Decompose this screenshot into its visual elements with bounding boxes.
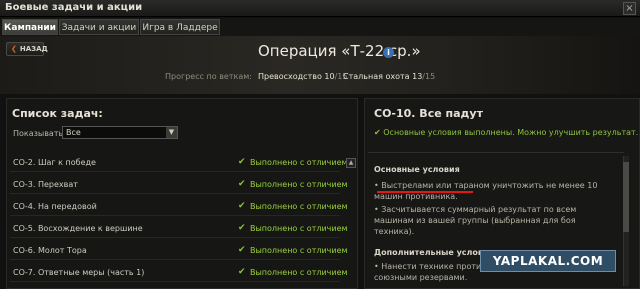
task-name: СО-3. Перехват (13, 180, 78, 189)
back-button[interactable]: ❮ НАЗАД (6, 42, 48, 56)
checkmark-icon: ✔ (238, 245, 246, 255)
task-name: СО-7. Ответные меры (часть 1) (13, 268, 145, 277)
checkmark-icon: ✔ (238, 179, 246, 189)
task-status: Выполнено с отличием (250, 224, 348, 233)
task-status: Выполнено с отличием (250, 202, 348, 211)
back-label: НАЗАД (19, 45, 48, 53)
extra-conditions-title: Дополнительные условия (374, 248, 494, 257)
window-titlebar: Боевые задачи и акции × (0, 0, 640, 17)
task-name: СО-6. Молот Тора (13, 246, 87, 255)
task-name: СО-2. Шаг к победе (13, 158, 96, 167)
checkmark-icon: ✔ (238, 201, 246, 211)
progress-label: Прогресс по веткам: (165, 72, 252, 81)
filter-label: Показывать: (13, 129, 66, 138)
chevron-left-icon: ❮ (11, 45, 17, 53)
task-row[interactable]: СО-2. Шаг к победе ✔ Выполнено с отличие… (10, 154, 348, 172)
highlight-underline (377, 191, 473, 193)
task-status: Выполнено с отличием (250, 246, 348, 255)
task-row[interactable]: СО-5. Восхождение к вершине ✔ Выполнено … (10, 220, 348, 238)
task-list-title: Список задач: (12, 107, 103, 120)
scroll-up-icon[interactable]: ▲ (346, 158, 356, 168)
checkmark-icon: ✔ (238, 223, 246, 233)
detail-scrollbar-thumb[interactable] (623, 162, 629, 232)
watermark: YAPLAKAL.COM (480, 250, 616, 272)
task-detail-title: СО-10. Все падут (374, 107, 483, 120)
tab-ladder[interactable]: Игра в Ладдере (140, 19, 220, 35)
task-status: Выполнено с отличием (250, 268, 348, 277)
main-conditions-title: Основные условия (374, 165, 460, 174)
task-status: Выполнено с отличием (250, 158, 348, 167)
task-status: Выполнено с отличием (250, 180, 348, 189)
branch-progress-superiority: Превосходство 10/15 (258, 72, 348, 81)
checkmark-icon: ✔ (238, 267, 246, 277)
info-icon[interactable]: i (383, 47, 394, 58)
divider (368, 152, 624, 153)
task-name: СО-5. Восхождение к вершине (13, 224, 143, 233)
tab-campaigns[interactable]: Кампании (2, 19, 58, 35)
task-row[interactable]: СО-4. На передовой ✔ Выполнено с отличие… (10, 198, 348, 216)
branch-progress-steel-hunt: Стальная охота 13/15 (343, 72, 436, 81)
task-row[interactable]: СО-7. Ответные меры (часть 1) ✔ Выполнен… (10, 264, 348, 282)
operation-title: Операция «Т-22 ср.» (258, 42, 421, 60)
chevron-down-icon: ▼ (166, 127, 177, 138)
close-icon[interactable]: × (623, 2, 636, 15)
task-name: СО-4. На передовой (13, 202, 97, 211)
checkmark-icon: ✔ (238, 157, 246, 167)
tab-tasks-and-offers[interactable]: Задачи и акции (59, 19, 139, 35)
task-row[interactable]: СО-6. Молот Тора ✔ Выполнено с отличием (10, 242, 348, 260)
tab-bar: Кампании Задачи и акции Игра в Ладдере (0, 18, 640, 36)
window-title: Боевые задачи и акции (5, 2, 143, 13)
main-condition-2: • Засчитывается суммарный результат по в… (374, 205, 577, 236)
task-detail-hint: ✔ Основные условия выполнены. Можно улуч… (374, 128, 639, 137)
filter-value: Все (66, 128, 81, 137)
task-row[interactable]: СО-3. Перехват ✔ Выполнено с отличием (10, 176, 348, 194)
filter-select[interactable]: Все ▼ (62, 126, 178, 139)
